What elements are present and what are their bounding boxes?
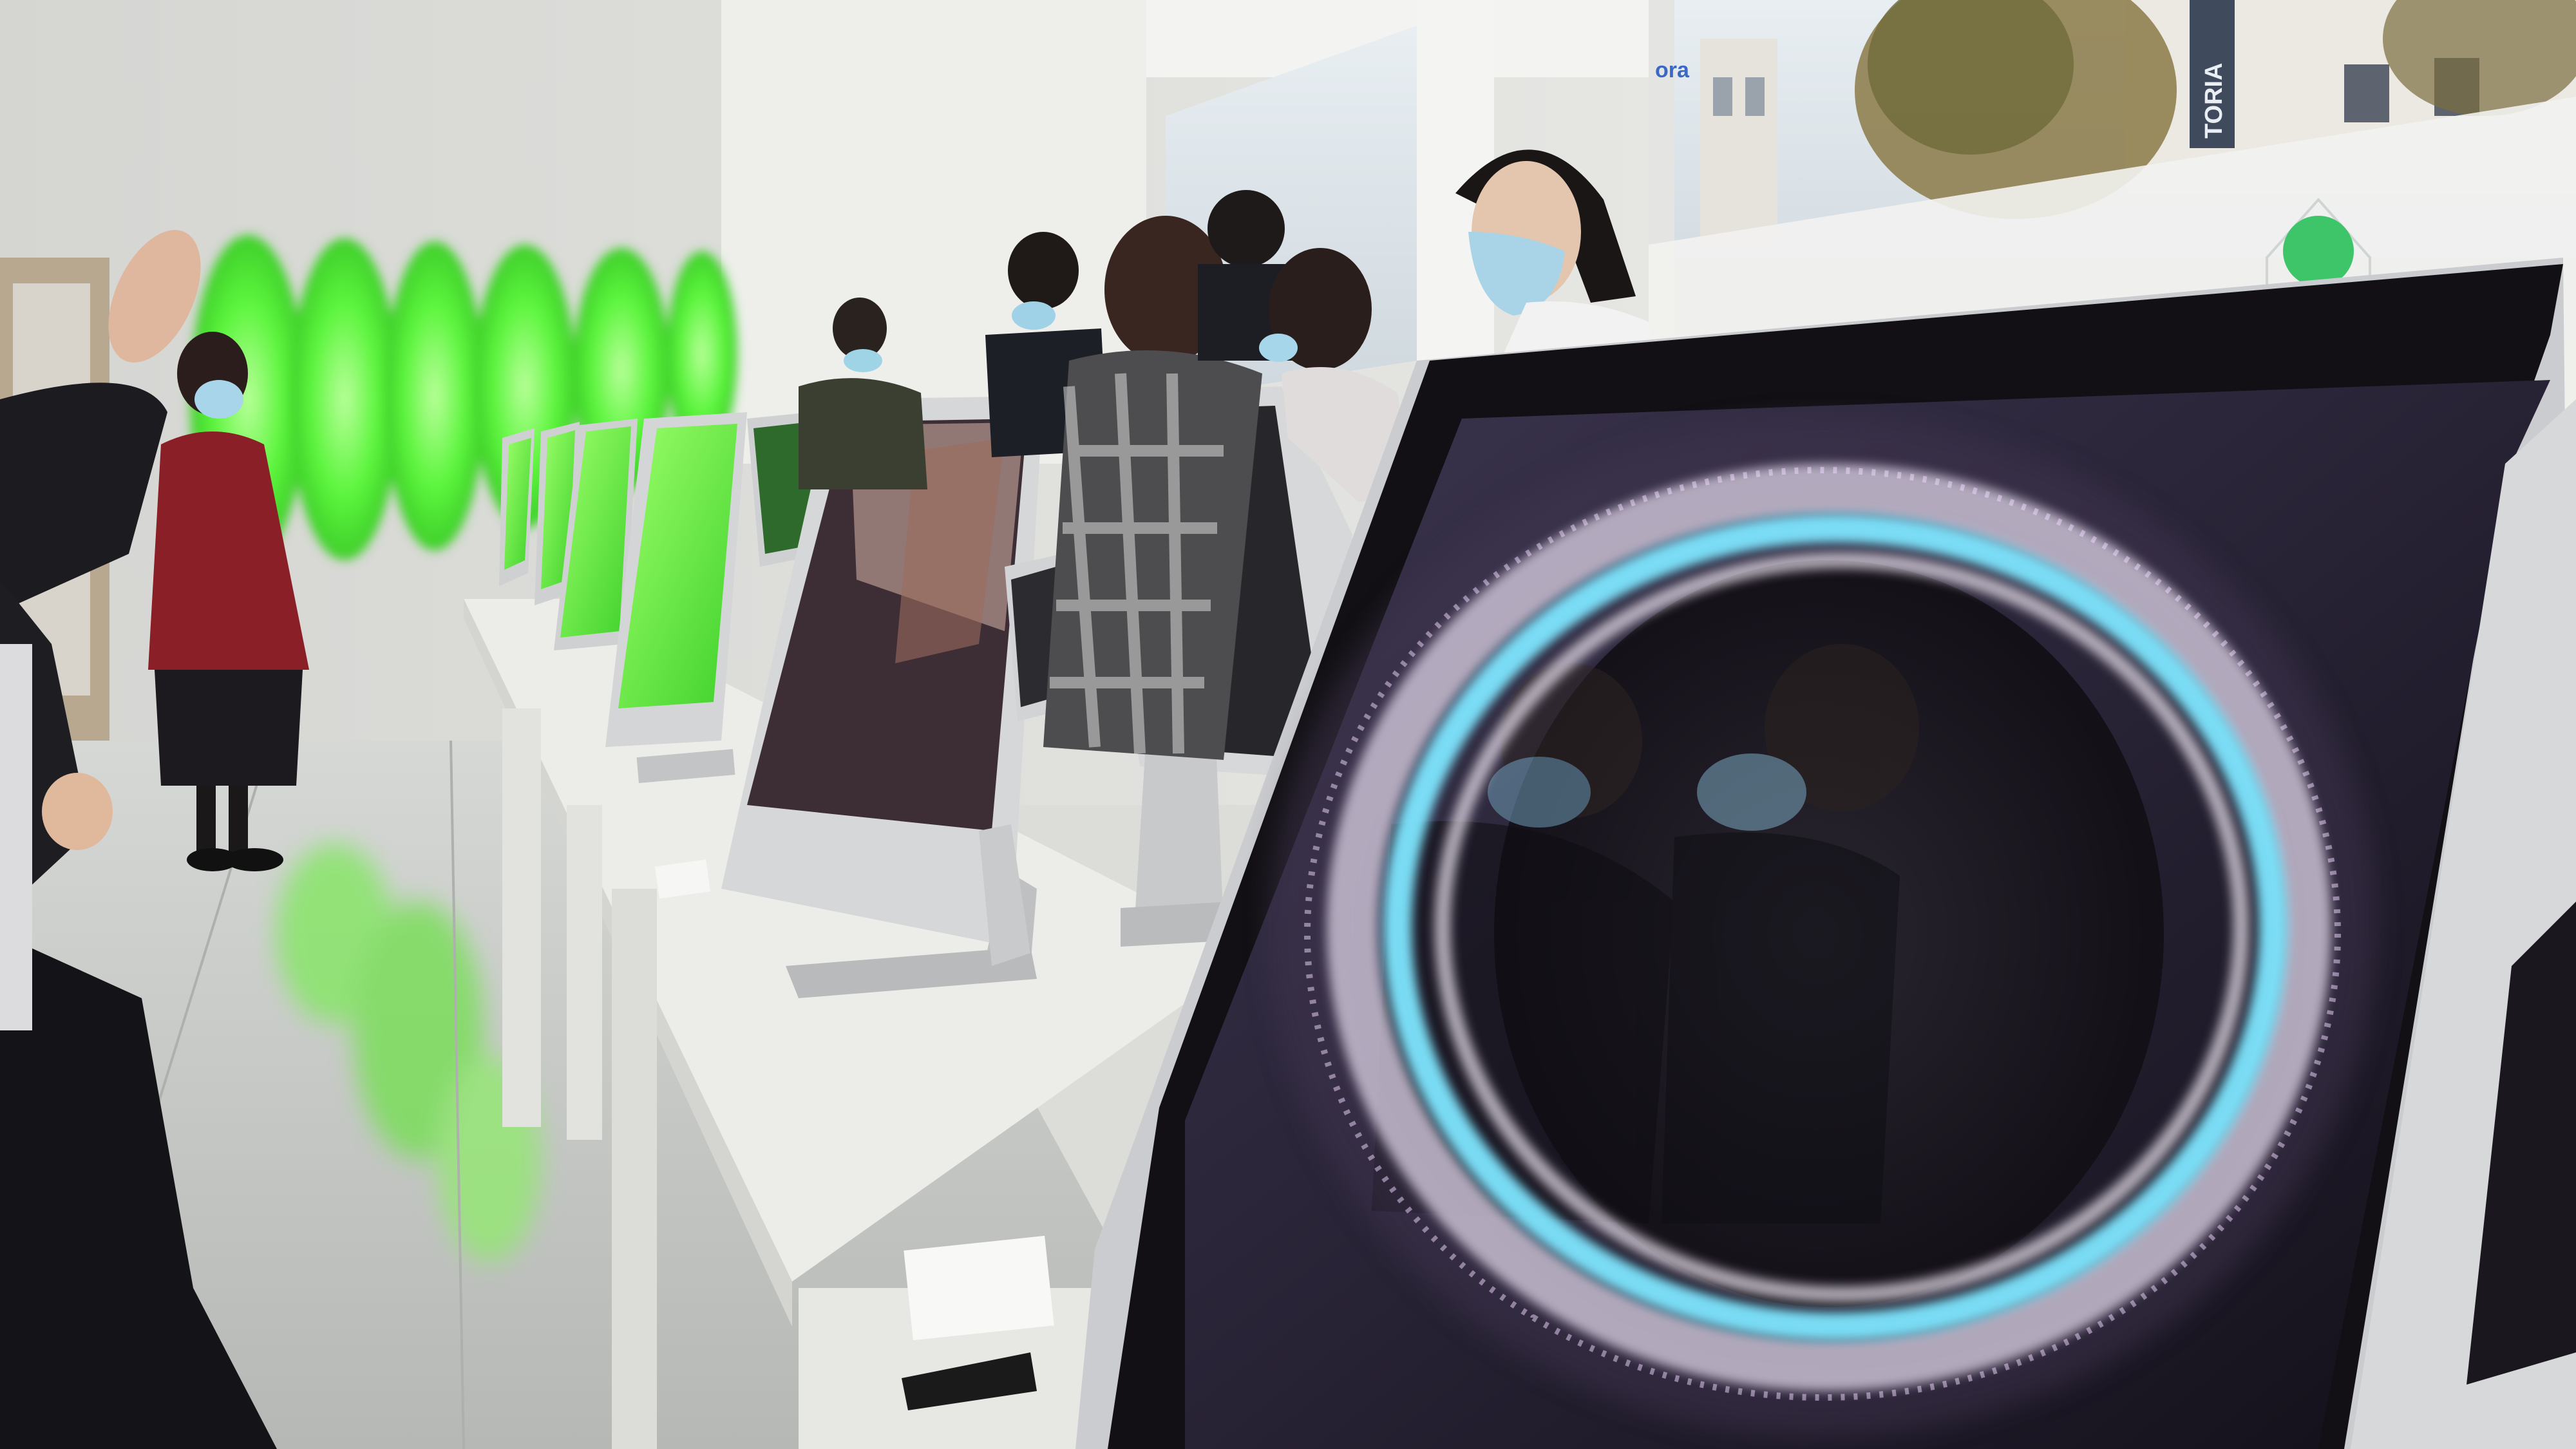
photo-scene: TORIA ora xyxy=(0,0,2576,1449)
photo-illustration: TORIA ora xyxy=(0,0,2576,1449)
window-sign-text: ora xyxy=(1655,58,1690,82)
street-sign-text: TORIA xyxy=(2201,62,2228,138)
